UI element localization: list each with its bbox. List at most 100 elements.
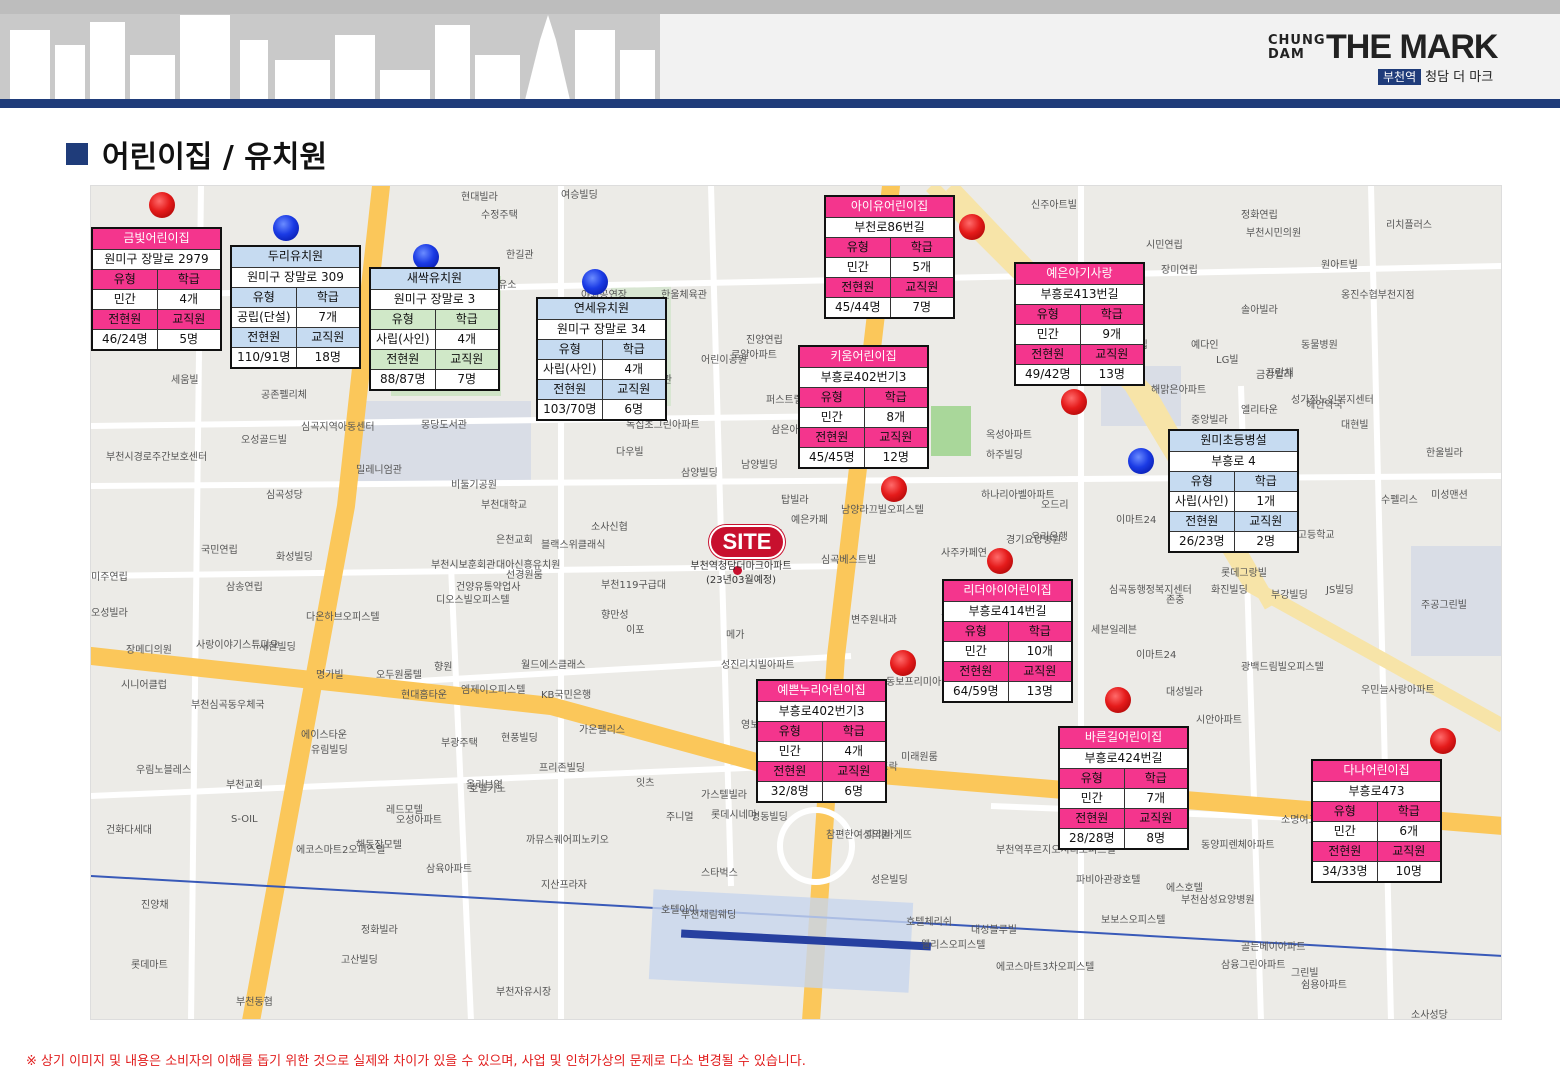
map-pin-yeeun[interactable]	[1061, 389, 1087, 415]
map-pin-wonmi[interactable]	[1128, 448, 1154, 474]
map-place-label: 까뮤스퀘어피노키오	[526, 835, 609, 846]
enrollment-header: 전현원	[538, 380, 602, 399]
map-pin-aiyu[interactable]	[959, 214, 985, 240]
facility-type: 민간	[1036, 327, 1059, 341]
class-header: 학급	[821, 722, 885, 741]
facility-card-geumbit[interactable]: 금빛어린이집 원미구 장말로 2979 유형 학급 민간 4개 전현원 교직원 46/24명 5명	[91, 227, 222, 351]
facility-teachers: 18명	[295, 348, 360, 367]
map-place-label: 대현빌	[1341, 420, 1369, 431]
map-place-label: 엘리타운	[1241, 405, 1278, 416]
map-place-label: 가스텔빌라	[701, 790, 747, 801]
facility-card-kium[interactable]: 키움어린이집 부흥로402번기3 유형 학급 민간 8개 전현원 교직원 45/45명 12명	[798, 345, 929, 469]
facility-enrollment: 49/42명	[1024, 367, 1071, 381]
page-title: 어린이집 / 유치원	[102, 140, 328, 175]
map-place-label: 화성빌딩	[276, 552, 313, 563]
facility-type: 사립(사인)	[375, 332, 430, 346]
map-place-label: 남양빌딩	[741, 460, 778, 471]
enrollment-header: 전현원	[1313, 842, 1377, 861]
facility-name: 두리유치원	[232, 247, 359, 267]
map-place-label: 잇츠	[636, 778, 655, 789]
map-pin-dana[interactable]	[1430, 728, 1456, 754]
map-place-label: 신주아트빌	[1031, 200, 1077, 211]
facility-enrollment: 103/70명	[543, 402, 597, 416]
area-map[interactable]: 현대빌라 수정주택 여승빌딩 정화연립 부천시민의원 세움빌 공존펠리체 심곡지역아동센터 부천…	[90, 185, 1502, 1020]
facility-name: 예은아기사랑	[1016, 264, 1143, 284]
map-place-label: 부천시민의원	[1246, 228, 1302, 239]
map-pin-bareungil[interactable]	[1105, 687, 1131, 713]
facility-type: 민간	[820, 410, 843, 424]
map-place-label: 화진빌딩	[1211, 585, 1248, 596]
facility-enrollment: 45/45명	[808, 450, 855, 464]
map-place-label: 디오스빌오피스텔	[436, 595, 510, 606]
map-place-label: 시민연립	[1146, 240, 1183, 251]
facility-card-bareungil[interactable]: 바른길어린이집 부흥로424번길 유형 학급 민간 7개 전현원 교직원 28/28명 8명	[1058, 726, 1189, 850]
map-place-label: 향만성	[601, 610, 629, 621]
map-place-label: 세움빌	[171, 375, 199, 386]
map-pin-leader[interactable]	[987, 548, 1013, 574]
map-place-label: 삼송연립	[226, 582, 263, 593]
enrollment-header: 전현원	[232, 328, 296, 347]
facility-name: 다나어린이집	[1313, 761, 1440, 781]
facility-classes: 4개	[434, 330, 499, 349]
map-place-label: 밀레니엄관	[356, 465, 402, 476]
map-place-label: 에이스타운	[301, 730, 347, 741]
map-place-label: 쉼용아파트	[1301, 980, 1347, 991]
map-place-label: 명동빌딩	[751, 812, 788, 823]
title-bullet-icon	[66, 143, 88, 165]
facility-name: 새싹유치원	[371, 269, 498, 289]
map-place-label: 한울빌라	[1426, 448, 1463, 459]
map-place-label: 중앙빌라	[1191, 415, 1228, 426]
facility-card-yeppeun[interactable]: 예쁜누리어린이집 부흥로402번기3 유형 학급 민간 4개 전현원 교직원 32/8명 6명	[756, 679, 887, 803]
facility-address: 부흥로 4	[1211, 454, 1256, 468]
facility-address: 원미구 장말로 34	[556, 322, 647, 336]
map-pin-kium[interactable]	[881, 476, 907, 502]
facility-teachers: 13명	[1007, 682, 1072, 701]
facility-card-leader[interactable]: 리더아이어린이집 부흥로414번길 유형 학급 민간 10개 전현원 교직원 64/59명 13명	[942, 579, 1073, 703]
map-place-label: 로얄아파트	[731, 350, 777, 361]
map-place-label: 이포	[626, 625, 645, 636]
map-place-label: 변주원내과	[851, 615, 897, 626]
facility-address: 원미구 장말로 2979	[104, 252, 209, 266]
type-header: 유형	[93, 270, 157, 289]
map-place-label: 에코스마트3차오피스텔	[996, 962, 1095, 973]
map-place-label: 몽당도서관	[421, 420, 467, 431]
facility-classes: 4개	[156, 290, 221, 309]
facility-card-dana[interactable]: 다나어린이집 부흥로473 유형 학급 민간 6개 전현원 교직원 34/33명 10명	[1311, 759, 1442, 883]
map-pin-yeonse[interactable]	[582, 269, 608, 295]
facility-type: 민간	[1333, 824, 1356, 838]
map-place-label: 주공그린빌	[1421, 600, 1467, 611]
map-place-label: 대성빌라	[1166, 687, 1203, 698]
class-header: 학급	[1233, 472, 1297, 491]
type-header: 유형	[826, 238, 890, 257]
logo-subtitle: 부천역 청담 더 마크	[1378, 66, 1493, 85]
facility-card-wonmi[interactable]: 원미초등병설 부흥로 4 유형 학급 사립(사인) 1개 전현원 교직원 26/23명 2명	[1168, 429, 1299, 553]
facility-classes: 7개	[1123, 789, 1188, 808]
type-header: 유형	[1170, 472, 1234, 491]
map-pin-yeppeun[interactable]	[890, 650, 916, 676]
site-badge[interactable]: SITE	[709, 525, 785, 559]
map-place-label: 시안아파트	[1196, 715, 1242, 726]
map-pin-geumbit[interactable]	[149, 192, 175, 218]
map-place-label: 공존펠리체	[261, 390, 307, 401]
map-place-label: 우림노블레스	[136, 765, 192, 776]
map-place-label: 국민연립	[201, 545, 238, 556]
facility-card-duri[interactable]: 두리유치원 원미구 장말로 309 유형 학급 공립(단설) 7개 전현원 교직원 110/91…	[230, 245, 361, 369]
facility-card-aiyu[interactable]: 아이유어린이집 부천로86번길 유형 학급 민간 5개 전현원 교직원 45/44명 7명	[824, 195, 955, 319]
map-place-label: 선경원룸	[506, 570, 543, 581]
map-place-label: 우리은행	[1031, 532, 1068, 543]
map-place-label: 롯데그랑빌	[1221, 568, 1267, 579]
logo-wordmark: THE MARK	[1326, 28, 1498, 66]
teacher-header: 교직원	[1376, 842, 1440, 861]
map-place-label: 부천자유시장	[496, 987, 552, 998]
facility-enrollment: 110/91명	[237, 350, 291, 364]
map-place-label: 오드리	[1041, 500, 1069, 511]
facility-card-saessak[interactable]: 새싹유치원 원미구 장말로 3 유형 학급 사립(사인) 4개 전현원 교직원 88/87명 7명	[369, 267, 500, 391]
map-place-label: 원아트빌	[1321, 260, 1358, 271]
facility-card-yeeun[interactable]: 예은아기사랑 부흥로413번길 유형 학급 민간 9개 전현원 교직원 49/42명 13명	[1014, 262, 1145, 386]
facility-card-yeonse[interactable]: 연세유치원 원미구 장말로 34 유형 학급 사립(사인) 4개 전현원 교직원 103/70명…	[536, 297, 667, 421]
map-pin-duri[interactable]	[273, 215, 299, 241]
map-place-label: 남양라끄빌오피스텔	[841, 505, 924, 516]
facility-enrollment: 34/33명	[1321, 864, 1368, 878]
map-place-label: 엠제이오피스텔	[461, 685, 526, 696]
facility-address: 원미구 장말로 309	[247, 270, 344, 284]
